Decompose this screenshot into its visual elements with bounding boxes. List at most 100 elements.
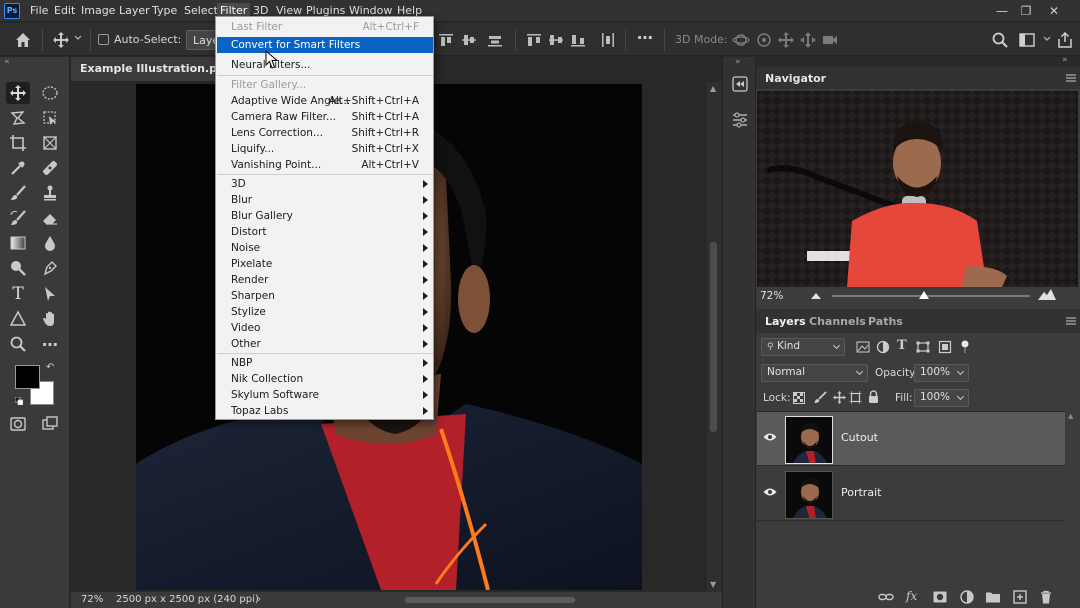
crop-icon[interactable] — [6, 132, 30, 154]
clone-stamp-icon[interactable] — [38, 182, 62, 204]
lock-artboard-icon[interactable] — [849, 391, 862, 404]
3d-pan-icon[interactable] — [777, 31, 795, 49]
navigator-zoom-slider-handle[interactable] — [919, 291, 929, 299]
menu-item-distort[interactable]: Distort — [217, 224, 433, 240]
align-vertical-center-icon[interactable] — [460, 31, 478, 49]
layer-row-portrait[interactable]: Portrait — [757, 467, 1065, 521]
more-tools-icon[interactable]: ⋯ — [38, 333, 62, 355]
menu-item-video[interactable]: Video — [217, 320, 433, 336]
menu-item-3d[interactable]: 3D — [217, 176, 433, 192]
visibility-eye-icon[interactable] — [763, 487, 777, 497]
menu-item-nik-collection[interactable]: Nik Collection — [217, 371, 433, 387]
menu-item-camera-raw-filter[interactable]: Camera Raw Filter... Shift+Ctrl+A — [217, 109, 433, 125]
zoom-in-mountain-icon[interactable] — [1038, 288, 1056, 300]
history-brush-icon[interactable] — [6, 207, 30, 229]
menu-item-noise[interactable]: Noise — [217, 240, 433, 256]
layer-row-cutout[interactable]: Cutout — [757, 412, 1065, 466]
menu-item-skylum-software[interactable]: Skylum Software — [217, 387, 433, 403]
lock-transparent-pixels-icon[interactable] — [793, 392, 805, 404]
layers-scrollbar[interactable]: ▲ — [1066, 412, 1078, 584]
collapse-arrows-icon[interactable]: « — [4, 57, 10, 67]
right-panel-collapse-bar[interactable]: » — [756, 55, 1080, 67]
align-bottom-icon[interactable] — [486, 31, 504, 49]
fill-field[interactable]: 100% — [914, 389, 969, 407]
menu-item-nbp[interactable]: NBP — [217, 355, 433, 371]
filter-toggle-icon[interactable] — [961, 340, 969, 354]
menu-item-blur[interactable]: Blur — [217, 192, 433, 208]
healing-brush-icon[interactable] — [38, 157, 62, 179]
minimize-icon[interactable]: — — [993, 4, 1011, 18]
filter-pixel-icon[interactable] — [856, 341, 870, 353]
vertical-scrollbar[interactable]: ▲ ▼ — [707, 82, 721, 592]
filter-adjustment-icon[interactable] — [876, 340, 890, 354]
horizontal-scroll-thumb[interactable] — [405, 597, 575, 603]
link-layers-icon[interactable] — [878, 589, 894, 605]
shape-tool-icon[interactable] — [6, 308, 30, 330]
visibility-eye-icon[interactable] — [763, 432, 777, 442]
collapse-arrows-icon[interactable]: » — [1062, 55, 1068, 65]
menu-item-render[interactable]: Render — [217, 272, 433, 288]
photoshop-logo[interactable]: Ps — [4, 3, 20, 19]
type-tool-icon[interactable]: T — [6, 283, 30, 305]
lasso-icon[interactable] — [6, 107, 30, 129]
more-options-icon[interactable]: ⋯ — [637, 30, 655, 49]
scroll-up-arrow-icon[interactable]: ▲ — [710, 84, 716, 93]
eraser-icon[interactable] — [38, 207, 62, 229]
navigator-zoom-slider[interactable] — [832, 295, 1030, 297]
filter-type-icon[interactable]: T — [897, 338, 907, 353]
3d-roll-icon[interactable] — [755, 31, 773, 49]
dodge-icon[interactable] — [6, 257, 30, 279]
auto-select-dropdown[interactable]: Laye — [186, 30, 216, 50]
pen-icon[interactable] — [38, 257, 62, 279]
distribute-bottom-icon[interactable] — [569, 31, 587, 49]
navigator-preview[interactable] — [757, 91, 1078, 287]
menu-layer[interactable]: Layer — [116, 3, 153, 18]
navigator-zoom-value[interactable]: 72% — [760, 290, 783, 302]
share-icon[interactable] — [1056, 31, 1074, 49]
eyedropper-icon[interactable] — [6, 157, 30, 179]
menu-item-other[interactable]: Other — [217, 336, 433, 352]
filter-shape-icon[interactable] — [916, 341, 930, 353]
lock-position-icon[interactable] — [833, 391, 846, 404]
align-top-icon[interactable] — [437, 31, 455, 49]
document-tab[interactable]: Example Illustration.psd @ — [71, 57, 216, 81]
menu-item-stylize[interactable]: Stylize — [217, 304, 433, 320]
3d-orbit-icon[interactable] — [732, 31, 750, 49]
zoom-out-mountain-icon[interactable] — [811, 291, 821, 299]
tab-paths[interactable]: Paths — [868, 315, 903, 328]
close-icon[interactable]: ✕ — [1045, 4, 1063, 18]
foreground-color-swatch[interactable] — [15, 365, 40, 389]
menu-item-neural-filters[interactable]: Neural Filters... — [217, 57, 433, 73]
layer-filter-kind-dropdown[interactable]: ⚲ Kind — [761, 338, 845, 356]
chevron-down-icon[interactable] — [1043, 35, 1051, 43]
delete-layer-icon[interactable] — [1038, 589, 1054, 605]
screen-mode-icon[interactable] — [38, 413, 62, 435]
object-selection-icon[interactable] — [38, 107, 62, 129]
menu-file[interactable]: File — [27, 3, 51, 18]
home-icon[interactable] — [14, 31, 32, 49]
menu-item-pixelate[interactable]: Pixelate — [217, 256, 433, 272]
swap-colors-icon[interactable]: ↶ — [46, 362, 54, 373]
scroll-down-arrow-icon[interactable]: ▼ — [710, 580, 716, 589]
lock-image-pixels-icon[interactable] — [814, 391, 827, 404]
menu-item-convert-smart-filters[interactable]: Convert for Smart Filters — [217, 37, 433, 53]
menu-item-blur-gallery[interactable]: Blur Gallery — [217, 208, 433, 224]
move-tool-icon[interactable] — [6, 82, 30, 104]
adjustment-layer-icon[interactable] — [959, 589, 975, 605]
panel-menu-icon[interactable] — [1066, 74, 1076, 82]
chevron-down-icon[interactable] — [74, 34, 82, 42]
elliptical-marquee-icon[interactable] — [38, 82, 62, 104]
collapse-arrows-icon[interactable]: » — [735, 57, 741, 67]
menu-item-sharpen[interactable]: Sharpen — [217, 288, 433, 304]
scroll-thumb[interactable] — [710, 242, 717, 432]
gradient-icon[interactable] — [6, 232, 30, 254]
3d-slide-icon[interactable] — [799, 31, 817, 49]
blend-mode-dropdown[interactable]: Normal — [761, 364, 868, 382]
status-menu-arrow-icon[interactable]: › — [257, 594, 261, 605]
distribute-spacing-icon[interactable] — [599, 31, 617, 49]
tab-navigator[interactable]: Navigator — [765, 72, 826, 85]
adjustments-panel-icon[interactable] — [731, 111, 749, 129]
tab-channels[interactable]: Channels — [809, 315, 866, 328]
blur-drop-icon[interactable] — [38, 232, 62, 254]
move-tool-icon[interactable] — [52, 31, 70, 49]
